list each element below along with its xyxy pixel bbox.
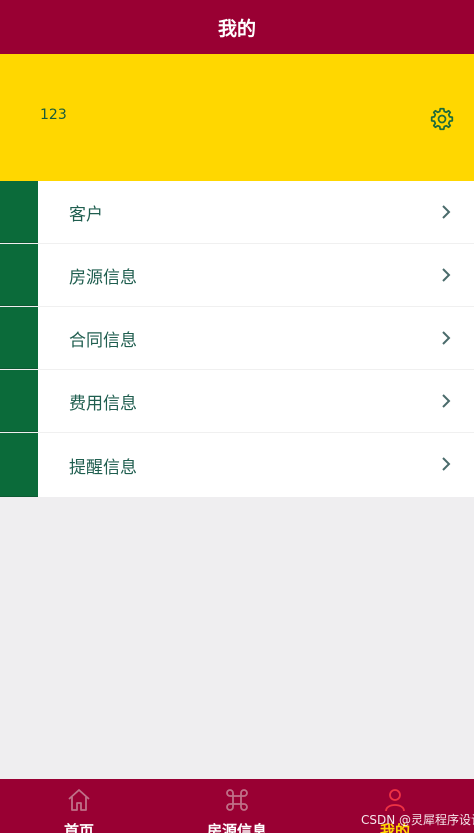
chevron-right-icon xyxy=(442,331,451,345)
menu-item-label: 合同信息 xyxy=(69,330,137,351)
gear-icon[interactable] xyxy=(429,106,455,132)
profile-card: 123 xyxy=(0,54,474,181)
menu-item-customer[interactable]: 客户 xyxy=(0,181,474,244)
chevron-right-icon xyxy=(442,268,451,282)
menu-item-fee-info[interactable]: 费用信息 xyxy=(0,370,474,433)
user-id: 123 xyxy=(40,107,67,123)
chevron-right-icon xyxy=(442,394,451,408)
tab-property-info[interactable]: 房源信息 xyxy=(158,779,316,833)
menu-item-label: 客户 xyxy=(69,204,103,225)
command-icon xyxy=(226,789,248,811)
page-header: 我的 xyxy=(0,0,474,54)
menu-item-label: 费用信息 xyxy=(69,393,137,414)
tab-label: 首页 xyxy=(63,822,94,833)
page-title: 我的 xyxy=(217,17,256,40)
tab-home[interactable]: 首页 xyxy=(0,779,158,833)
menu-item-label: 房源信息 xyxy=(69,267,137,288)
menu-item-reminder-info[interactable]: 提醒信息 xyxy=(0,433,474,497)
menu-item-accent-bar xyxy=(0,244,38,306)
menu-item-accent-bar xyxy=(0,181,38,243)
menu-item-accent-bar xyxy=(0,433,38,497)
home-icon xyxy=(68,789,90,811)
person-icon xyxy=(385,789,405,812)
menu-item-property-info[interactable]: 房源信息 xyxy=(0,244,474,307)
chevron-right-icon xyxy=(442,205,451,219)
menu-item-accent-bar xyxy=(0,307,38,369)
menu-item-label: 提醒信息 xyxy=(69,457,137,478)
menu-list: 客户 房源信息 合同信息 费用信息 提醒信息 xyxy=(0,181,474,497)
tab-label: 房源信息 xyxy=(206,822,267,833)
watermark: CSDN @灵犀程序设计 xyxy=(361,813,474,827)
menu-item-accent-bar xyxy=(0,370,38,432)
chevron-right-icon xyxy=(442,457,451,471)
menu-item-contract-info[interactable]: 合同信息 xyxy=(0,307,474,370)
